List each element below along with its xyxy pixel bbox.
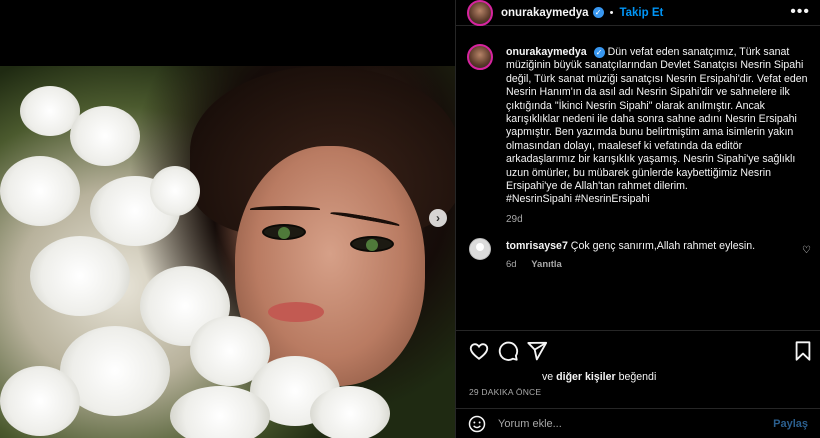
flower (0, 366, 80, 436)
more-options-icon[interactable]: ••• (790, 3, 810, 21)
likes-others-link[interactable]: diğer kişiler (556, 371, 615, 383)
comment-input[interactable] (498, 417, 774, 430)
avatar[interactable] (467, 0, 493, 26)
likes-summary[interactable]: ve diğer kişiler beğendi (542, 371, 656, 383)
comment-icon[interactable] (497, 340, 519, 362)
photo-eye-right (350, 236, 394, 252)
flower (0, 156, 80, 226)
comment-composer: Paylaş (456, 408, 820, 438)
comment-timestamp: 6d (506, 259, 517, 270)
next-slide-button[interactable]: › (429, 209, 447, 227)
reply-button[interactable]: Yanıtla (531, 259, 562, 270)
photo-eye-left (262, 224, 306, 240)
comments-section[interactable]: onurakaymedya ✓ Dün vefat eden sanatçımı… (456, 38, 820, 328)
comment-username[interactable]: tomrisayse7 (506, 240, 568, 252)
avatar[interactable] (467, 44, 493, 70)
post-side-panel: onurakaymedya ✓ • Takip Et ••• onurakaym… (455, 0, 820, 438)
comment-text: Çok genç sanırım,Allah rahmet eylesin. (570, 240, 756, 252)
comment-item: tomrisayse7 Çok genç sanırım,Allah rahme… (456, 237, 820, 277)
action-bar (456, 330, 820, 370)
caption: onurakaymedya ✓ Dün vefat eden sanatçımı… (456, 38, 820, 225)
bookmark-icon[interactable] (792, 340, 814, 362)
avatar[interactable] (469, 238, 491, 260)
likes-prefix: ve (542, 371, 554, 383)
header-username[interactable]: onurakaymedya (501, 7, 589, 19)
caption-username[interactable]: onurakaymedya (506, 46, 587, 58)
share-icon[interactable] (526, 340, 548, 362)
photo-brow-left (250, 206, 320, 212)
flower (170, 386, 270, 438)
photo-lips (268, 302, 324, 322)
post-header: onurakaymedya ✓ • Takip Et ••• (456, 0, 820, 26)
caption-hashtags[interactable]: #NesrinSipahi #NesrinErsipahi (506, 193, 650, 205)
post-media[interactable]: › (0, 0, 455, 438)
post-time-ago: 29 dakika önce (469, 387, 542, 397)
comment-like-heart-icon[interactable]: ♡ (802, 245, 811, 256)
flower (310, 386, 390, 438)
post-photo (0, 66, 455, 438)
separator-dot: • (609, 6, 614, 19)
verified-badge-icon: ✓ (593, 47, 605, 58)
verified-badge-icon: ✓ (592, 7, 604, 18)
caption-timestamp: 29d (506, 213, 523, 225)
flower (150, 166, 200, 216)
heart-icon[interactable] (468, 340, 490, 362)
flower (70, 106, 140, 166)
caption-body: Dün vefat eden sanatçımız, Türk sanat mü… (506, 46, 808, 193)
emoji-icon[interactable] (468, 415, 486, 433)
follow-button[interactable]: Takip Et (619, 7, 663, 19)
chevron-right-icon: › (436, 211, 440, 225)
flower (30, 236, 130, 316)
post-comment-button[interactable]: Paylaş (773, 418, 808, 430)
likes-suffix: beğendi (618, 371, 657, 383)
